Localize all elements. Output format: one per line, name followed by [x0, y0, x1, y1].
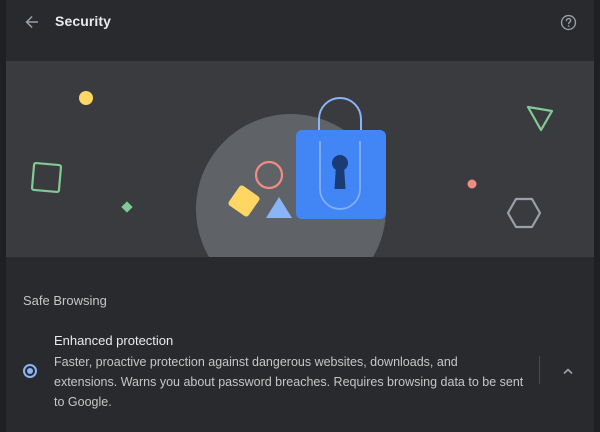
page-title: Security [55, 13, 112, 29]
coral-dot [467, 179, 477, 189]
security-banner-illustration [6, 61, 594, 257]
back-button[interactable] [20, 10, 44, 34]
option-divider [539, 356, 540, 384]
chevron-up-icon [563, 368, 573, 374]
enhanced-protection-title: Enhanced protection [54, 333, 174, 348]
enhanced-protection-option[interactable]: Enhanced protection Faster, proactive pr… [6, 326, 594, 416]
enhanced-protection-radio[interactable] [23, 364, 37, 378]
collapse-button[interactable] [558, 361, 578, 381]
arrow-back-icon [25, 16, 38, 28]
keyhole-slot [334, 166, 346, 189]
security-page: Security Safe Browsing Enhanced protecti… [6, 0, 594, 432]
page-header: Security [6, 0, 594, 44]
green-diamond [121, 201, 133, 213]
green-triangle-outline [526, 105, 554, 132]
safe-browsing-heading: Safe Browsing [23, 293, 107, 308]
gray-hexagon-outline [506, 197, 542, 229]
padlock-illustration [30, 91, 554, 257]
green-square-outline [30, 161, 63, 194]
enhanced-protection-description: Faster, proactive protection against dan… [54, 355, 524, 409]
help-icon [560, 14, 576, 30]
yellow-dot [79, 91, 93, 105]
help-button[interactable] [558, 12, 578, 32]
